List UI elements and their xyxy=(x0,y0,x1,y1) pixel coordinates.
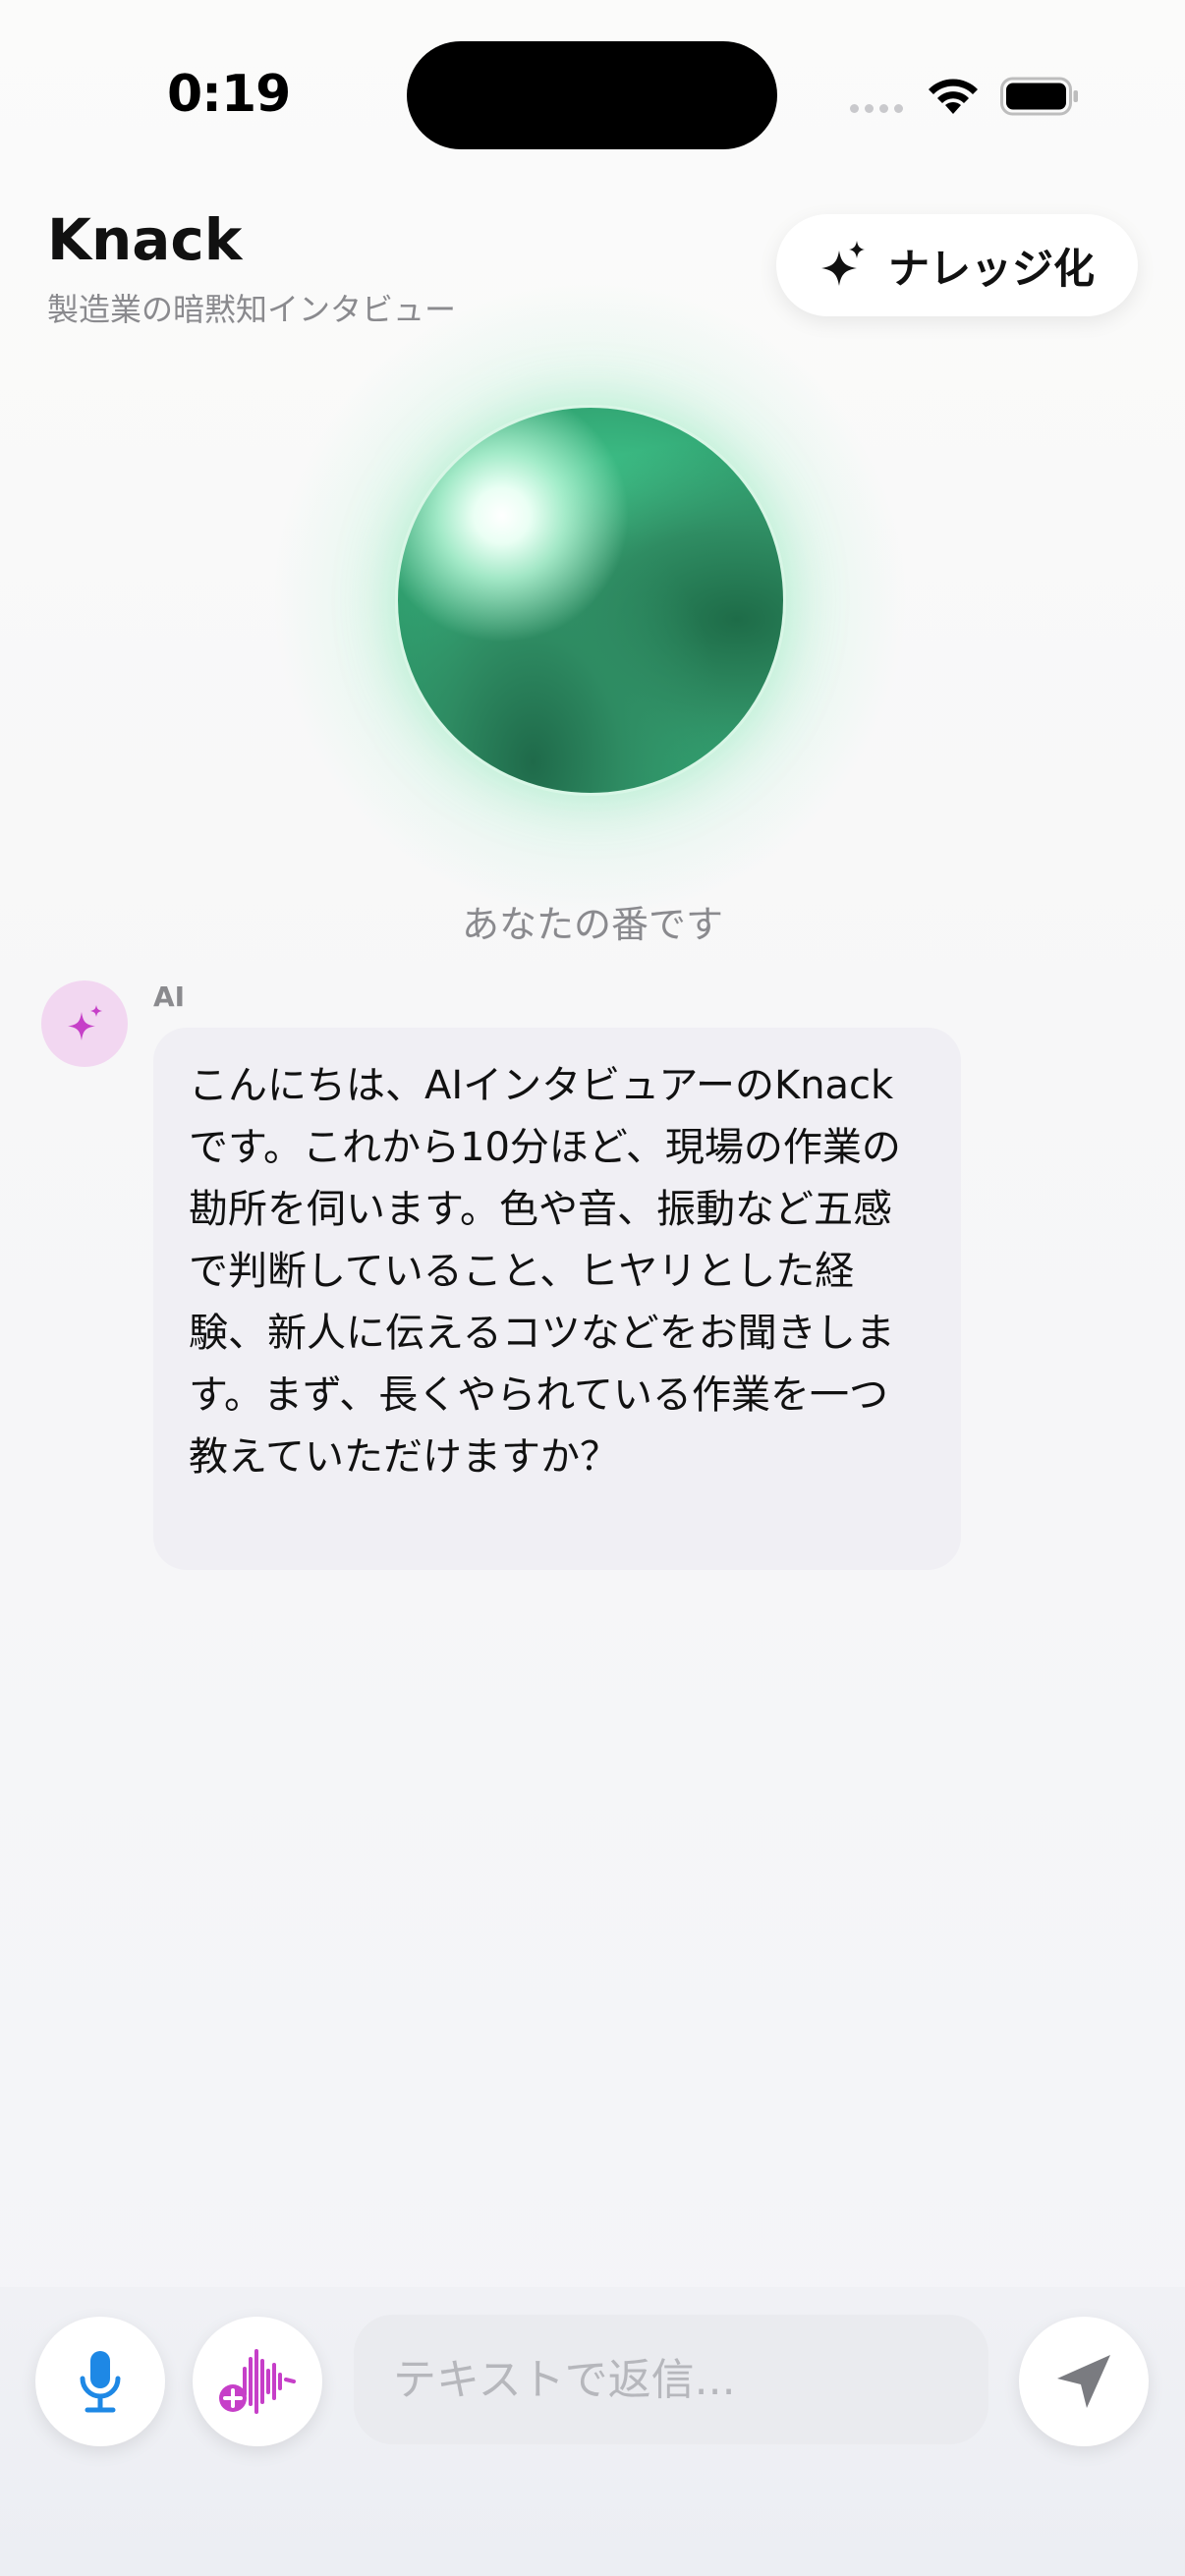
message-bubble: こんにちは、AIインタビュアーのKnackです。これから10分ほど、現場の作業の… xyxy=(153,1028,961,1570)
battery-icon xyxy=(1000,77,1078,116)
reply-text-input[interactable] xyxy=(354,2315,988,2444)
microphone-icon xyxy=(80,2351,121,2413)
knowledge-button-label: ナレッジ化 xyxy=(887,244,1095,293)
mic-button[interactable] xyxy=(35,2317,165,2446)
send-button[interactable] xyxy=(1019,2317,1149,2446)
sparkle-icon xyxy=(68,1005,102,1040)
ai-avatar xyxy=(41,980,128,1067)
app-title: Knack xyxy=(47,206,243,273)
dynamic-island xyxy=(407,41,777,149)
wifi-icon xyxy=(929,79,978,114)
voice-add-icon xyxy=(219,2349,296,2414)
voice-add-button[interactable] xyxy=(193,2317,322,2446)
send-icon xyxy=(1057,2355,1110,2408)
turn-status-text: あなたの番です xyxy=(461,903,723,946)
sparkle-icon xyxy=(820,241,865,286)
status-time: 0:19 xyxy=(167,65,291,124)
signal-icon xyxy=(850,104,903,113)
knowledge-button[interactable]: ナレッジ化 xyxy=(776,214,1138,316)
voice-orb[interactable] xyxy=(395,405,786,796)
message-sender: AI xyxy=(153,980,186,1013)
